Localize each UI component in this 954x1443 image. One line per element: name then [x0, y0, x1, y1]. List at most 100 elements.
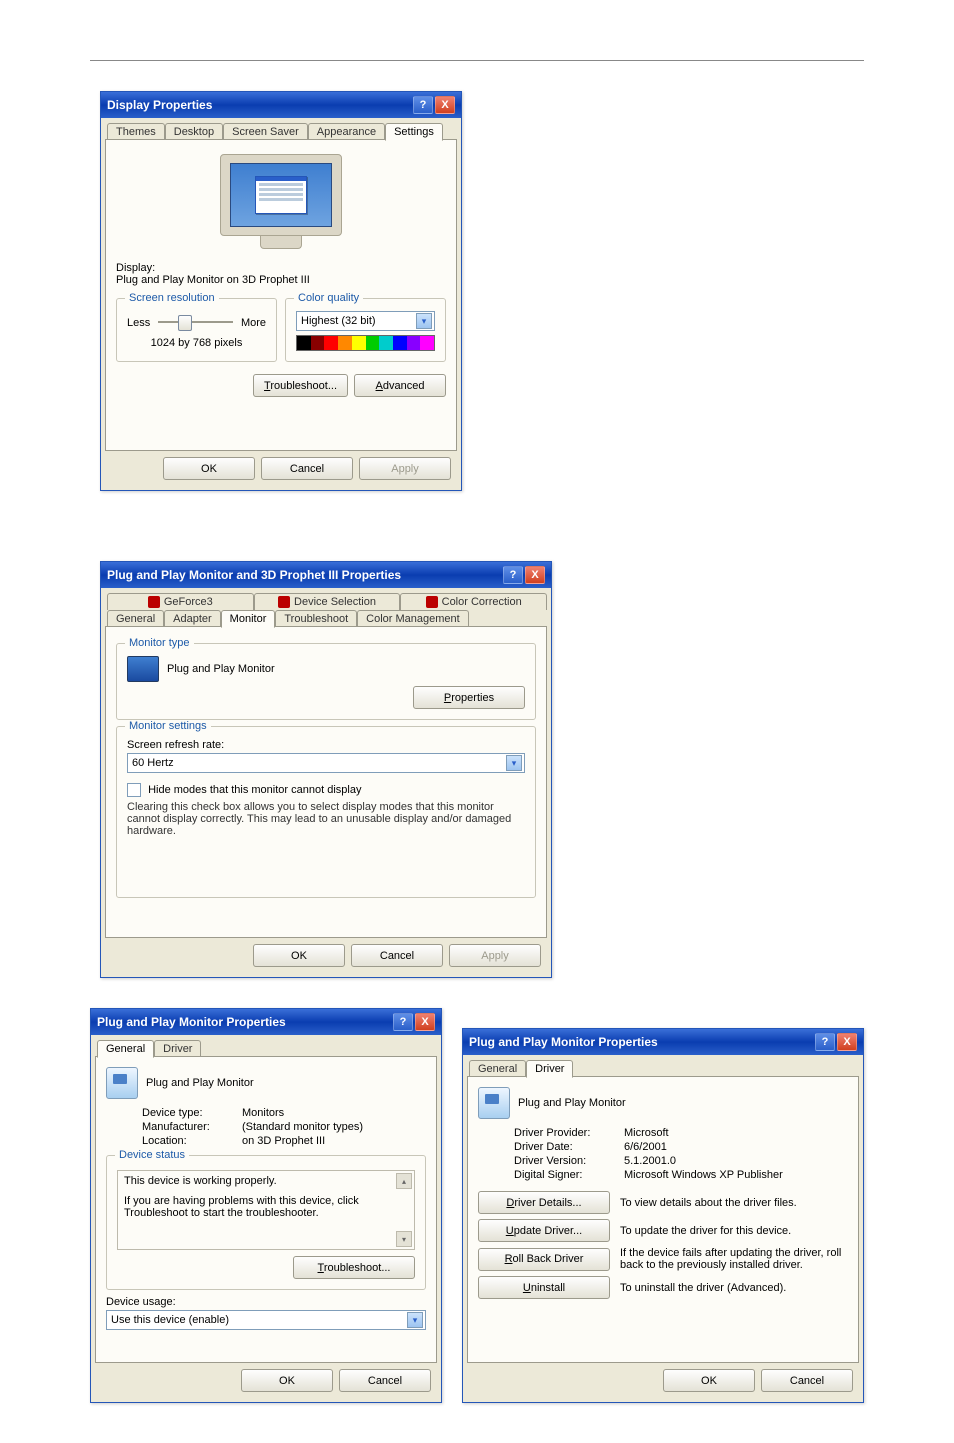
- resolution-slider[interactable]: [154, 313, 237, 333]
- close-button[interactable]: X: [435, 96, 455, 114]
- monitor-preview: [211, 154, 351, 254]
- manufacturer-value: (Standard monitor types): [242, 1121, 363, 1133]
- rollback-driver-button[interactable]: Roll Back Driver: [478, 1248, 610, 1271]
- chevron-down-icon[interactable]: ▾: [407, 1312, 423, 1328]
- rollback-driver-description: If the device fails after updating the d…: [620, 1247, 848, 1271]
- cancel-button[interactable]: Cancel: [339, 1369, 431, 1392]
- screen-resolution-group: Screen resolution Less More 1024 by 768 …: [116, 298, 277, 362]
- cancel-button[interactable]: Cancel: [351, 944, 443, 967]
- refresh-rate-select[interactable]: 60 Hertz ▾: [127, 753, 525, 773]
- tab-driver[interactable]: Driver: [526, 1060, 573, 1078]
- monitor-settings-title: Monitor settings: [125, 720, 211, 732]
- slider-thumb[interactable]: [178, 315, 192, 331]
- monitor-properties-general-dialog: Plug and Play Monitor Properties ? X Gen…: [90, 1008, 442, 1403]
- page-divider: [90, 60, 864, 61]
- monitor-settings-group: Monitor settings Screen refresh rate: 60…: [116, 726, 536, 898]
- device-status-text: This device is working properly. If you …: [117, 1170, 415, 1250]
- help-button[interactable]: ?: [815, 1033, 835, 1051]
- hide-modes-label: Hide modes that this monitor cannot disp…: [148, 784, 361, 796]
- ok-button[interactable]: OK: [253, 944, 345, 967]
- titlebar[interactable]: Display Properties ? X: [101, 92, 461, 118]
- cancel-button[interactable]: Cancel: [261, 457, 353, 480]
- monitor-icon: [127, 656, 159, 682]
- color-swatch: [296, 335, 435, 351]
- ok-button[interactable]: OK: [241, 1369, 333, 1392]
- uninstall-description: To uninstall the driver (Advanced).: [620, 1282, 848, 1294]
- chevron-down-icon[interactable]: ▾: [416, 313, 432, 329]
- resolution-value: 1024 by 768 pixels: [127, 337, 266, 349]
- ok-button[interactable]: OK: [163, 457, 255, 480]
- close-button[interactable]: X: [415, 1013, 435, 1031]
- tab-color-correction[interactable]: Color Correction: [400, 593, 547, 610]
- titlebar[interactable]: Plug and Play Monitor Properties ? X: [91, 1009, 441, 1035]
- device-usage-label: Device usage:: [106, 1296, 176, 1308]
- device-type-label: Device type:: [142, 1107, 242, 1119]
- tab-device-selection[interactable]: Device Selection: [254, 593, 401, 610]
- troubleshoot-button[interactable]: Troubleshoot...: [293, 1256, 415, 1279]
- device-name: Plug and Play Monitor: [518, 1097, 626, 1109]
- device-name: Plug and Play Monitor: [146, 1077, 254, 1089]
- tab-monitor[interactable]: Monitor: [221, 610, 276, 628]
- help-button[interactable]: ?: [413, 96, 433, 114]
- tab-geforce3[interactable]: GeForce3: [107, 593, 254, 610]
- properties-button[interactable]: Properties: [413, 686, 525, 709]
- window-title: Plug and Play Monitor and 3D Prophet III…: [107, 568, 401, 582]
- hide-modes-checkbox[interactable]: [127, 783, 141, 797]
- manufacturer-label: Manufacturer:: [142, 1121, 242, 1133]
- refresh-rate-value: 60 Hertz: [132, 757, 174, 769]
- apply-button[interactable]: Apply: [449, 944, 541, 967]
- screen-resolution-title: Screen resolution: [125, 292, 219, 304]
- color-quality-value: Highest (32 bit): [301, 315, 376, 327]
- device-icon: [106, 1067, 138, 1099]
- tab-settings[interactable]: Settings: [385, 123, 443, 141]
- color-quality-group: Color quality Highest (32 bit) ▾: [285, 298, 446, 362]
- nvidia-icon: [278, 596, 290, 608]
- window-title: Plug and Play Monitor Properties: [97, 1015, 286, 1029]
- driver-provider-value: Microsoft: [624, 1127, 669, 1139]
- update-driver-button[interactable]: Update Driver...: [478, 1219, 610, 1242]
- driver-details-description: To view details about the driver files.: [620, 1197, 848, 1209]
- driver-version-label: Driver Version:: [514, 1155, 624, 1167]
- monitor-type-value: Plug and Play Monitor: [167, 663, 275, 675]
- driver-date-value: 6/6/2001: [624, 1141, 667, 1153]
- titlebar[interactable]: Plug and Play Monitor Properties ? X: [463, 1029, 863, 1055]
- driver-details-button[interactable]: Driver Details...: [478, 1191, 610, 1214]
- update-driver-description: To update the driver for this device.: [620, 1225, 848, 1237]
- close-button[interactable]: X: [837, 1033, 857, 1051]
- device-status-group: Device status This device is working pro…: [106, 1155, 426, 1290]
- nvidia-icon: [148, 596, 160, 608]
- help-button[interactable]: ?: [393, 1013, 413, 1031]
- scroll-up-icon[interactable]: ▴: [396, 1173, 412, 1189]
- window-title: Plug and Play Monitor Properties: [469, 1035, 658, 1049]
- monitor-type-group: Monitor type Plug and Play Monitor Prope…: [116, 643, 536, 720]
- advanced-button[interactable]: Advanced: [354, 374, 446, 397]
- device-usage-select[interactable]: Use this device (enable) ▾: [106, 1310, 426, 1330]
- window-title: Display Properties: [107, 98, 212, 112]
- location-label: Location:: [142, 1135, 242, 1147]
- color-quality-select[interactable]: Highest (32 bit) ▾: [296, 311, 435, 331]
- apply-button[interactable]: Apply: [359, 457, 451, 480]
- help-button[interactable]: ?: [503, 566, 523, 584]
- monitor-adapter-properties-dialog: Plug and Play Monitor and 3D Prophet III…: [100, 561, 552, 978]
- display-value: Plug and Play Monitor on 3D Prophet III: [116, 274, 446, 286]
- res-more-label: More: [241, 317, 266, 329]
- close-button[interactable]: X: [525, 566, 545, 584]
- device-icon: [478, 1087, 510, 1119]
- display-label: Display:: [116, 262, 446, 274]
- scroll-down-icon[interactable]: ▾: [396, 1231, 412, 1247]
- chevron-down-icon[interactable]: ▾: [506, 755, 522, 771]
- device-usage-value: Use this device (enable): [111, 1314, 229, 1326]
- troubleshoot-button[interactable]: Troubleshoot...: [253, 374, 348, 397]
- color-quality-title: Color quality: [294, 292, 363, 304]
- nvidia-icon: [426, 596, 438, 608]
- digital-signer-value: Microsoft Windows XP Publisher: [624, 1169, 783, 1181]
- uninstall-button[interactable]: Uninstall: [478, 1276, 610, 1299]
- res-less-label: Less: [127, 317, 150, 329]
- ok-button[interactable]: OK: [663, 1369, 755, 1392]
- monitor-properties-driver-dialog: Plug and Play Monitor Properties ? X Gen…: [462, 1028, 864, 1403]
- driver-version-value: 5.1.2001.0: [624, 1155, 676, 1167]
- hide-modes-description: Clearing this check box allows you to se…: [127, 801, 525, 837]
- tab-general[interactable]: General: [97, 1040, 154, 1058]
- titlebar[interactable]: Plug and Play Monitor and 3D Prophet III…: [101, 562, 551, 588]
- cancel-button[interactable]: Cancel: [761, 1369, 853, 1392]
